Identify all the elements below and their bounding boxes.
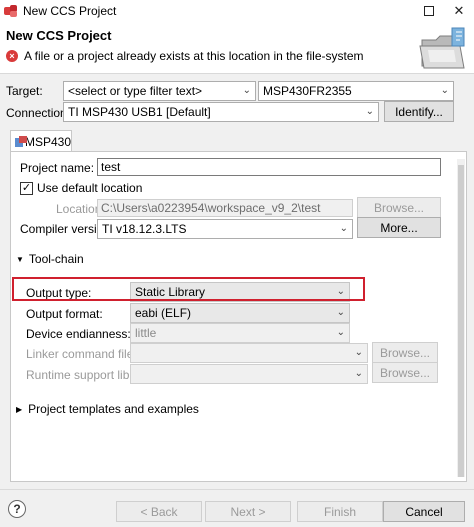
close-button[interactable]: ✕ [444, 0, 474, 22]
ccs-app-icon [4, 4, 18, 18]
compiler-version-value: TI v18.12.3.LTS [102, 222, 187, 236]
finish-button[interactable]: Finish [297, 501, 383, 522]
wizard-header: New CCS Project × A file or a project al… [0, 22, 474, 74]
project-name-label: Project name: [20, 161, 95, 175]
location-input[interactable]: C:\Users\a0223954\workspace_v9_2\test [97, 199, 353, 217]
close-icon: ✕ [453, 3, 465, 18]
target-device-combo[interactable]: MSP430FR2355 ⌄ [258, 81, 454, 101]
back-button[interactable]: < Back [116, 501, 202, 522]
chevron-down-icon: ⌄ [339, 223, 348, 234]
target-filter-value: <select or type filter text> [68, 84, 203, 98]
chevron-down-icon: ⌄ [336, 327, 345, 338]
title-bar: New CCS Project ✕ [0, 0, 474, 22]
chevron-down-icon: ⌄ [354, 368, 363, 379]
project-templates-toggle[interactable]: ▶ Project templates and examples [16, 402, 199, 416]
scrollbar-thumb[interactable] [458, 165, 464, 477]
chevron-down-icon: ⌄ [365, 106, 374, 117]
connection-value: TI MSP430 USB1 [Default] [68, 105, 211, 119]
output-format-value: eabi (ELF) [135, 306, 192, 320]
maximize-icon [424, 6, 434, 16]
device-endianness-label: Device endianness: [26, 327, 131, 341]
project-templates-label: Project templates and examples [28, 402, 199, 416]
target-device-value: MSP430FR2355 [263, 84, 352, 98]
runtime-browse-button[interactable]: Browse... [372, 362, 438, 383]
caret-right-icon: ▶ [16, 404, 23, 414]
project-name-input[interactable]: test [97, 158, 441, 176]
connection-combo[interactable]: TI MSP430 USB1 [Default] ⌄ [63, 102, 379, 122]
page-title: New CCS Project [6, 28, 112, 43]
use-default-location-checkbox[interactable]: ✓ [20, 181, 33, 195]
chevron-down-icon: ⌄ [354, 347, 363, 358]
runtime-support-library-combo[interactable]: ⌄ [130, 364, 368, 384]
toolchain-section-label: Tool-chain [28, 252, 84, 266]
next-button[interactable]: Next > [205, 501, 291, 522]
tab-msp430[interactable]: MSP430 [10, 130, 72, 152]
target-label: Target: [6, 84, 43, 98]
linker-browse-button[interactable]: Browse... [372, 342, 438, 363]
error-icon: × [6, 50, 18, 62]
device-endianness-value: little [135, 326, 157, 340]
chevron-down-icon: ⌄ [242, 85, 251, 96]
help-icon[interactable]: ? [8, 500, 26, 518]
error-message: A file or a project already exists at th… [24, 49, 364, 63]
caret-down-icon: ▼ [16, 254, 24, 264]
chevron-down-icon: ⌄ [440, 85, 449, 96]
connection-label: Connection: [6, 106, 71, 120]
msp430-tab-icon [15, 135, 27, 148]
linker-command-file-combo[interactable]: ⌄ [130, 343, 368, 363]
cancel-button[interactable]: Cancel [383, 501, 465, 522]
target-filter-combo[interactable]: <select or type filter text> ⌄ [63, 81, 256, 101]
compiler-more-button[interactable]: More... [357, 217, 441, 238]
output-format-combo[interactable]: eabi (ELF) ⌄ [130, 303, 350, 323]
chevron-down-icon: ⌄ [336, 307, 345, 318]
error-message-row: × A file or a project already exists at … [6, 49, 364, 63]
identify-button[interactable]: Identify... [384, 101, 454, 122]
output-format-label: Output format: [26, 307, 103, 321]
window-title: New CCS Project [23, 4, 117, 18]
use-default-location-label: Use default location [37, 181, 143, 195]
panel-scrollbar[interactable] [457, 159, 465, 477]
linker-command-file-label: Linker command file: [26, 347, 137, 361]
output-type-highlight-box [12, 277, 365, 301]
toolchain-section-toggle[interactable]: ▼ Tool-chain [16, 252, 84, 266]
compiler-version-combo[interactable]: TI v18.12.3.LTS ⌄ [97, 219, 353, 239]
maximize-button[interactable] [414, 0, 444, 22]
tab-msp430-label: MSP430 [24, 134, 71, 149]
location-browse-button[interactable]: Browse... [357, 197, 441, 218]
device-endianness-combo[interactable]: little ⌄ [130, 323, 350, 343]
folder-wizard-icon [419, 27, 465, 69]
use-default-location-row: ✓ Use default location [20, 181, 142, 195]
wizard-footer: ? < Back Next > Finish Cancel [0, 489, 474, 527]
